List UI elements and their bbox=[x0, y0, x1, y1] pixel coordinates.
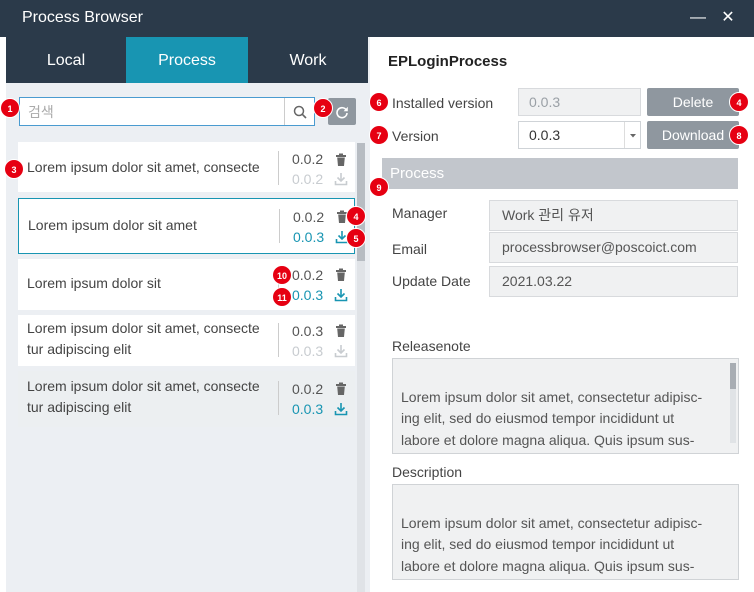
search-icon bbox=[293, 105, 307, 119]
download-button[interactable]: Download bbox=[647, 121, 739, 149]
description-textbox[interactable]: Lorem ipsum dolor sit amet, consectetur … bbox=[392, 484, 739, 580]
annotation-badge: 5 bbox=[346, 228, 366, 248]
email-label: Email bbox=[392, 241, 428, 257]
window-title: Process Browser bbox=[22, 9, 143, 26]
dropdown-arrow bbox=[624, 122, 640, 148]
trash-icon[interactable] bbox=[334, 382, 348, 396]
annotation-badge: 10 bbox=[272, 265, 292, 285]
search-input[interactable] bbox=[20, 98, 280, 125]
annotation-badge: 1 bbox=[0, 98, 20, 118]
download-icon bbox=[334, 173, 348, 186]
description-label: Description bbox=[392, 464, 463, 480]
version-select[interactable]: 0.0.3 bbox=[518, 121, 641, 149]
trash-icon[interactable] bbox=[334, 324, 348, 338]
process-section-header: Process bbox=[382, 158, 738, 189]
installed-version: 0.0.2 bbox=[292, 151, 324, 167]
releasenote-scrollbar-thumb[interactable] bbox=[730, 363, 736, 389]
search-box bbox=[19, 97, 315, 126]
download-icon[interactable] bbox=[334, 402, 348, 416]
trash-icon[interactable] bbox=[334, 153, 348, 167]
installed-version: 0.0.2 bbox=[292, 381, 324, 397]
left-panel: Local Process Work Lorem ipsum dolor sit… bbox=[6, 37, 370, 592]
tab-bar: Local Process Work bbox=[6, 37, 370, 83]
item-name: Lorem ipsum dolor sit amet bbox=[28, 217, 197, 233]
item-name: Lorem ipsum dolor sit amet, consecte bbox=[27, 159, 260, 175]
description-text: Lorem ipsum dolor sit amet, consectetur … bbox=[401, 514, 703, 574]
process-list: Lorem ipsum dolor sit amet, consecte 0.0… bbox=[6, 139, 356, 592]
close-icon[interactable]: ✕ bbox=[718, 8, 738, 28]
item-name-line: tur adipiscing elit bbox=[27, 399, 132, 415]
annotation-badge: 8 bbox=[729, 125, 749, 145]
process-name: EPLoginProcess bbox=[388, 53, 508, 70]
email-field: processbrowser@poscoict.com bbox=[489, 232, 738, 263]
divider bbox=[278, 323, 279, 357]
list-item[interactable]: Lorem ipsum dolor sit amet 0.0.2 0.0.3 bbox=[18, 198, 355, 254]
divider bbox=[278, 381, 279, 415]
latest-version: 0.0.3 bbox=[293, 229, 325, 245]
latest-version: 0.0.2 bbox=[292, 171, 324, 187]
version-label: Version bbox=[392, 128, 439, 144]
annotation-badge: 9 bbox=[369, 177, 389, 197]
annotation-badge: 4 bbox=[346, 206, 366, 226]
title-bar: Process Browser — ✕ bbox=[0, 0, 754, 37]
installed-version: 0.0.2 bbox=[293, 209, 325, 225]
annotation-badge: 4 bbox=[729, 92, 749, 112]
latest-version: 0.0.3 bbox=[292, 287, 324, 303]
update-date-field: 2021.03.22 bbox=[489, 266, 738, 297]
list-item[interactable]: Lorem ipsum dolor sit 0.0.2 0.0.3 bbox=[18, 259, 355, 310]
chevron-down-icon bbox=[630, 134, 636, 138]
annotation-badge: 7 bbox=[369, 125, 389, 145]
download-icon bbox=[334, 345, 348, 358]
list-item[interactable]: Lorem ipsum dolor sit amet, consecte 0.0… bbox=[18, 142, 355, 192]
list-item[interactable]: Lorem ipsum dolor sit amet, consecte tur … bbox=[18, 315, 355, 366]
item-name: Lorem ipsum dolor sit amet, consecte tur … bbox=[27, 376, 260, 418]
latest-version: 0.0.3 bbox=[292, 343, 324, 359]
detail-panel: EPLoginProcess Installed version 0.0.3 D… bbox=[370, 37, 754, 592]
minimize-icon[interactable]: — bbox=[688, 8, 708, 28]
item-name: Lorem ipsum dolor sit bbox=[27, 275, 161, 291]
item-name: Lorem ipsum dolor sit amet, consecte tur … bbox=[27, 318, 260, 360]
delete-button[interactable]: Delete bbox=[647, 88, 739, 116]
version-selected: 0.0.3 bbox=[529, 127, 561, 143]
divider bbox=[279, 209, 280, 243]
download-icon[interactable] bbox=[334, 288, 348, 302]
tab-local[interactable]: Local bbox=[6, 37, 126, 83]
search-button[interactable] bbox=[284, 98, 314, 125]
manager-label: Manager bbox=[392, 205, 448, 221]
annotation-badge: 2 bbox=[313, 98, 333, 118]
refresh-icon bbox=[336, 106, 348, 118]
installed-version-field: 0.0.3 bbox=[518, 88, 641, 116]
installed-version-label: Installed version bbox=[392, 95, 494, 111]
trash-icon[interactable] bbox=[334, 268, 348, 282]
divider bbox=[278, 151, 279, 185]
releasenote-textbox[interactable]: Lorem ipsum dolor sit amet, consectetur … bbox=[392, 358, 739, 454]
tab-work[interactable]: Work bbox=[248, 37, 368, 83]
item-name-line: Lorem ipsum dolor sit amet, consecte bbox=[27, 320, 260, 336]
installed-version: 0.0.2 bbox=[292, 267, 324, 283]
latest-version: 0.0.3 bbox=[292, 401, 324, 417]
item-name-line: tur adipiscing elit bbox=[27, 341, 132, 357]
update-date-label: Update Date bbox=[392, 273, 471, 289]
tab-process[interactable]: Process bbox=[126, 37, 248, 83]
annotation-badge: 11 bbox=[272, 287, 292, 307]
annotation-badge: 6 bbox=[369, 92, 389, 112]
annotation-badge: 3 bbox=[4, 159, 24, 179]
manager-field: Work 관리 유저 bbox=[489, 200, 738, 231]
releasenote-label: Releasenote bbox=[392, 338, 471, 354]
item-name-line: Lorem ipsum dolor sit amet, consecte bbox=[27, 378, 260, 394]
process-browser-window: Process Browser — ✕ Local Process Work L… bbox=[0, 0, 754, 592]
releasenote-text: Lorem ipsum dolor sit amet, consectetur … bbox=[401, 388, 703, 448]
installed-version: 0.0.3 bbox=[292, 323, 324, 339]
list-item[interactable]: Lorem ipsum dolor sit amet, consecte tur … bbox=[18, 371, 355, 427]
